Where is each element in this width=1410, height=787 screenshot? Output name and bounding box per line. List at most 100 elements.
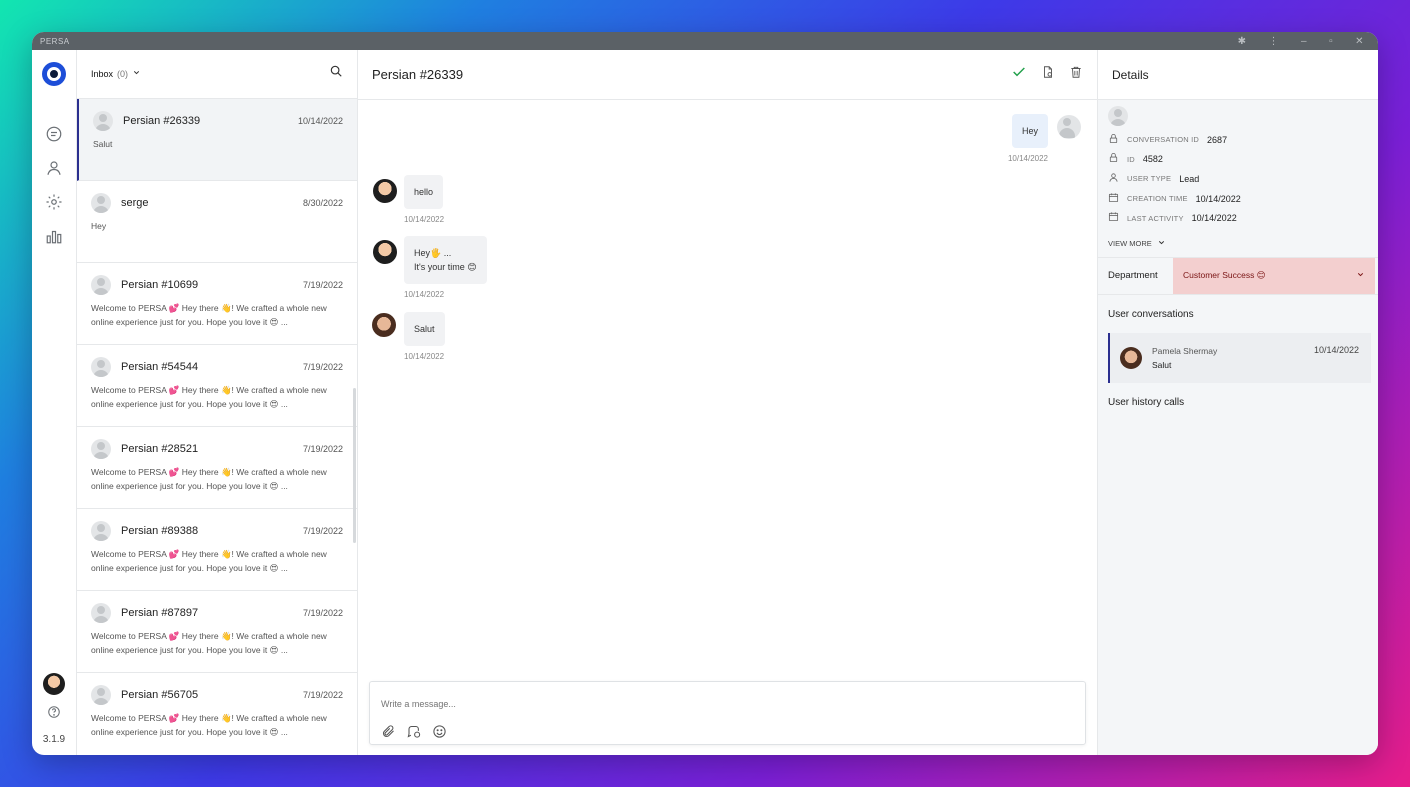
user-conversation-date: 10/14/2022 xyxy=(1313,344,1359,355)
conversation-name: Persian #28521 xyxy=(121,442,199,455)
details-title: Details xyxy=(1098,50,1378,100)
user-icon[interactable] xyxy=(44,158,64,178)
message-outgoing: Hey 10/14/2022 xyxy=(1008,114,1048,163)
conversation-name: Persian #87897 xyxy=(121,606,199,619)
attachment-paperclip-icon[interactable] xyxy=(381,724,396,744)
conversation-name: Persian #56705 xyxy=(121,688,199,701)
title-bar: PERSA ✱ ⋮ – ▫ ✕ xyxy=(32,32,1378,50)
chat-icon[interactable] xyxy=(44,124,64,144)
app-window: PERSA ✱ ⋮ – ▫ ✕ 3.1.9 Inbox (0) Persian … xyxy=(32,32,1378,755)
field-key: Last activity xyxy=(1127,213,1184,223)
user-conversation-text: Salut xyxy=(1152,359,1172,370)
contact-avatar xyxy=(373,179,397,203)
chevron-down-icon xyxy=(132,68,141,79)
avatar xyxy=(1108,106,1128,126)
avatar xyxy=(91,438,111,459)
conversation-preview: Welcome to PERSA 💕 Hey there 👋! We craft… xyxy=(91,630,327,655)
message-line: Hey🖐 ... xyxy=(414,248,452,258)
conversation-date: 7/19/2022 xyxy=(302,279,343,290)
chat-header: Persian #26339 xyxy=(358,50,1097,100)
field-last-activity: Last activity 10/14/2022 xyxy=(1108,208,1368,228)
conversation-preview: Welcome to PERSA 💕 Hey there 👋! We craft… xyxy=(91,548,327,573)
list-item[interactable]: Persian #56705 7/19/2022 Welcome to PERSA… xyxy=(77,673,357,755)
inbox-label: Inbox xyxy=(91,68,114,79)
conversation-name: Persian #26339 xyxy=(123,114,201,127)
department-select[interactable]: Customer Success 😊 xyxy=(1173,257,1375,294)
extension-icon[interactable]: ✱ xyxy=(1238,36,1247,47)
transfer-document-icon[interactable] xyxy=(1041,65,1055,84)
field-conversation-id: Conversation ID 2687 xyxy=(1108,130,1368,150)
analytics-bars-icon[interactable] xyxy=(44,226,64,246)
field-value: 2687 xyxy=(1207,134,1228,145)
field-value: 10/14/2022 xyxy=(1191,213,1237,224)
search-icon[interactable] xyxy=(329,64,343,83)
persa-logo-icon[interactable] xyxy=(42,62,66,86)
restore-icon[interactable]: ▫ xyxy=(1329,36,1333,47)
conversation-preview: Welcome to PERSA 💕 Hey there 👋! We craft… xyxy=(91,712,327,737)
avatar xyxy=(91,602,111,623)
list-item[interactable]: Persian #89388 7/19/2022 Welcome to PERSA… xyxy=(77,509,357,591)
chevron-down-icon xyxy=(1356,270,1365,281)
help-icon[interactable] xyxy=(47,705,61,724)
avatar xyxy=(91,356,111,377)
inbox-count: (0) xyxy=(117,68,129,79)
list-item[interactable]: Persian #87897 7/19/2022 Welcome to PERSA… xyxy=(77,591,357,673)
inbox-dropdown[interactable]: Inbox (0) xyxy=(91,68,141,79)
department-row: Department Customer Success 😊 xyxy=(1098,256,1378,295)
agent-avatar[interactable] xyxy=(43,673,65,695)
list-item[interactable]: Persian #26339 10/14/2022 Salut xyxy=(77,98,357,181)
list-item[interactable]: Persian #54544 7/19/2022 Welcome to PERSA… xyxy=(77,345,357,427)
list-scrollbar[interactable] xyxy=(353,388,356,543)
conversation-date: 10/14/2022 xyxy=(297,115,343,126)
avatar xyxy=(91,192,111,213)
conversation-preview: Hey xyxy=(91,220,107,231)
avatar xyxy=(91,684,111,705)
close-icon[interactable]: ✕ xyxy=(1355,36,1364,47)
emoji-smile-icon[interactable] xyxy=(432,724,447,744)
resolve-check-icon[interactable] xyxy=(1011,64,1027,85)
conversation-preview: Welcome to PERSA 💕 Hey there 👋! We craft… xyxy=(91,466,327,491)
saved-replies-icon[interactable] xyxy=(406,724,422,744)
conversation-name: serge xyxy=(121,196,149,209)
chat-panel: Persian #26339 Hey 10/14/2022 hello 10/1… xyxy=(358,50,1098,755)
user-conversations-title: User conversations xyxy=(1108,308,1194,320)
message-time: 10/14/2022 xyxy=(1007,154,1048,163)
field-key: ID xyxy=(1127,154,1135,164)
trash-icon[interactable] xyxy=(1069,65,1083,84)
list-item[interactable]: serge 8/30/2022 Hey xyxy=(77,181,357,263)
message-time: 10/14/2022 xyxy=(404,352,445,361)
conversation-list: Inbox (0) Persian #26339 10/14/2022 Salut… xyxy=(77,50,358,755)
avatar xyxy=(1057,115,1081,139)
field-key: User type xyxy=(1127,174,1172,184)
message-incoming: Hey🖐 ... It's your time 😊 10/14/2022 xyxy=(404,236,487,299)
more-vertical-icon[interactable]: ⋮ xyxy=(1269,36,1280,47)
user-conversation-item[interactable]: Pamela Shermay Salut 10/14/2022 xyxy=(1108,332,1371,383)
list-header: Inbox (0) xyxy=(77,50,357,99)
conversation-date: 7/19/2022 xyxy=(302,361,343,372)
avatar xyxy=(91,520,111,541)
list-item[interactable]: Persian #28521 7/19/2022 Welcome to PERSA… xyxy=(77,427,357,509)
calendar-icon xyxy=(1108,190,1119,208)
contact-avatar xyxy=(372,313,396,337)
conversation-date: 8/30/2022 xyxy=(302,197,343,208)
message-line: It's your time 😊 xyxy=(414,262,477,272)
conversation-name: Persian #10699 xyxy=(121,278,199,291)
view-more-button[interactable]: VIEW MORE xyxy=(1108,238,1368,249)
settings-gear-icon[interactable] xyxy=(44,192,64,212)
message-time: 10/14/2022 xyxy=(404,215,445,224)
avatar xyxy=(93,110,113,131)
user-icon xyxy=(1108,170,1119,188)
message-incoming: Salut 10/14/2022 xyxy=(404,312,445,361)
chat-title: Persian #26339 xyxy=(372,67,464,82)
chevron-down-icon xyxy=(1157,238,1166,249)
message-bubble: Hey xyxy=(1011,114,1048,148)
minimize-icon[interactable]: – xyxy=(1301,36,1307,47)
field-user-type: User type Lead xyxy=(1108,169,1368,189)
message-bubble: hello xyxy=(404,175,444,209)
message-input[interactable] xyxy=(381,699,1074,709)
contact-avatar xyxy=(1120,346,1142,369)
conversation-date: 7/19/2022 xyxy=(302,607,343,618)
field-key: Creation time xyxy=(1127,194,1188,204)
department-value: Customer Success 😊 xyxy=(1183,270,1266,281)
list-item[interactable]: Persian #10699 7/19/2022 Welcome to PERSA… xyxy=(77,263,357,345)
